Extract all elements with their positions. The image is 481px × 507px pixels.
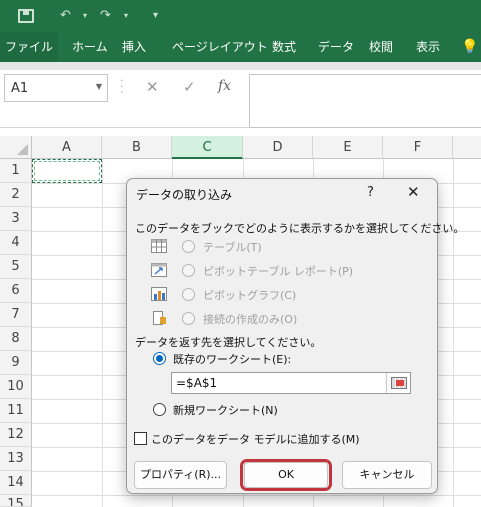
option-table[interactable]: テーブル(T) (151, 237, 351, 257)
cell-reference-input[interactable]: =$A$1 (171, 372, 411, 394)
column-header-b[interactable]: B (102, 136, 172, 159)
tab-data[interactable]: データ (318, 32, 354, 62)
gridline (32, 495, 481, 496)
display-prompt: このデータをブックでどのように表示するかを選択してください。 (135, 222, 465, 235)
row-header-10[interactable]: 10 (0, 375, 32, 399)
column-header-a[interactable]: A (32, 136, 102, 159)
range-picker-icon (391, 377, 407, 389)
radio-existing-sheet[interactable] (153, 352, 166, 365)
import-data-dialog: データの取り込み ? ✕ このデータをブックでどのように表示するかを選択してくだ… (126, 178, 464, 494)
formula-bar: A1 ▼ · · · ✕ ✓ fx (0, 70, 481, 128)
row-header-13[interactable]: 13 (0, 447, 32, 471)
option-pivot-table-label: ピボットテーブル レポート(P) (203, 265, 354, 278)
row-header-11[interactable]: 11 (0, 399, 32, 423)
add-to-data-model-label: このデータをデータ モデルに追加する(M) (151, 433, 360, 446)
column-header-d[interactable]: D (243, 136, 313, 159)
gridline (102, 159, 103, 507)
undo-dropdown-icon[interactable]: ▾ (83, 6, 87, 26)
column-header-g[interactable] (453, 136, 481, 159)
drag-handle-icon[interactable]: · · · (120, 75, 124, 98)
chevron-down-icon[interactable]: ▼ (96, 82, 102, 91)
row-header-5[interactable]: 5 (0, 255, 32, 279)
dialog-title: データの取り込み (136, 188, 233, 202)
redo-icon[interactable]: ↷ (100, 6, 111, 26)
option-pivot-table[interactable]: ピボットテーブル レポート(P) (151, 261, 354, 281)
row-header-14[interactable]: 14 (0, 471, 32, 495)
select-all-corner[interactable] (0, 136, 32, 159)
tab-page-layout[interactable]: ページレイアウト (172, 32, 268, 62)
gridline (453, 159, 454, 507)
ribbon-tabs: ファイル ホーム 挿入 ページレイアウト 数式 データ 校閲 表示 💡 (0, 32, 481, 62)
cancel-button[interactable]: キャンセル (342, 461, 432, 489)
row-header-15[interactable]: 15 (0, 495, 32, 507)
title-bar: ↶ ▾ ↷ ▾ ▾ (0, 0, 481, 32)
radio-connection-only[interactable] (182, 312, 195, 325)
name-box-value: A1 (11, 81, 29, 96)
undo-icon[interactable]: ↶ (60, 6, 71, 26)
ok-button[interactable]: OK (244, 462, 328, 488)
ribbon-collapsed-area (0, 62, 481, 70)
tab-formulas[interactable]: 数式 (272, 32, 296, 62)
pivot-table-icon (151, 263, 167, 277)
option-connection-only[interactable]: 接続の作成のみ(O) (151, 309, 351, 329)
customize-qat-icon[interactable]: ▾ (153, 6, 158, 26)
tab-view[interactable]: 表示 (416, 32, 440, 62)
properties-button[interactable]: プロパティ(R)... (134, 461, 227, 489)
option-pivot-chart[interactable]: ピボットグラフ(C) (151, 285, 351, 305)
radio-table[interactable] (182, 240, 195, 253)
existing-sheet-label: 既存のワークシート(E): (173, 353, 292, 366)
tab-home[interactable]: ホーム (72, 32, 108, 62)
redo-dropdown-icon[interactable]: ▾ (124, 6, 128, 26)
name-box[interactable]: A1 ▼ (4, 74, 108, 102)
option-table-label: テーブル(T) (203, 241, 262, 254)
enter-entry-icon[interactable]: ✓ (183, 78, 196, 96)
ok-button-highlight: OK (240, 459, 332, 491)
destination-prompt: データを返す先を選択してください。 (135, 336, 322, 349)
row-header-6[interactable]: 6 (0, 279, 32, 303)
column-header-e[interactable]: E (313, 136, 383, 159)
tab-review[interactable]: 校閲 (369, 32, 393, 62)
tab-insert[interactable]: 挿入 (122, 32, 146, 62)
row-header-8[interactable]: 8 (0, 327, 32, 351)
help-icon[interactable]: ? (367, 185, 374, 200)
grid-spacer (0, 128, 481, 136)
pivot-chart-icon (151, 287, 167, 301)
table-icon (151, 239, 167, 253)
row-header-1[interactable]: 1 (0, 159, 32, 183)
lightbulb-icon[interactable]: 💡 (461, 32, 478, 62)
active-cell-a1[interactable] (32, 159, 102, 183)
close-icon[interactable]: ✕ (407, 183, 420, 201)
option-pivot-chart-label: ピボットグラフ(C) (203, 289, 297, 302)
insert-function-icon[interactable]: fx (218, 78, 231, 94)
tab-file[interactable]: ファイル (0, 32, 58, 62)
row-header-3[interactable]: 3 (0, 207, 32, 231)
row-header-9[interactable]: 9 (0, 351, 32, 375)
row-header-4[interactable]: 4 (0, 231, 32, 255)
add-to-data-model-checkbox[interactable] (134, 432, 147, 445)
column-header-f[interactable]: F (383, 136, 453, 159)
row-header-7[interactable]: 7 (0, 303, 32, 327)
cancel-entry-icon[interactable]: ✕ (146, 78, 159, 96)
formula-input[interactable] (249, 74, 481, 128)
row-header-2[interactable]: 2 (0, 183, 32, 207)
radio-new-sheet[interactable] (153, 403, 166, 416)
new-sheet-label: 新規ワークシート(N) (173, 404, 278, 417)
option-connection-only-label: 接続の作成のみ(O) (203, 313, 298, 326)
connection-icon (153, 311, 166, 325)
row-header-12[interactable]: 12 (0, 423, 32, 447)
radio-pivot-chart[interactable] (182, 288, 195, 301)
range-picker-button[interactable] (386, 373, 410, 393)
save-icon[interactable] (18, 9, 34, 23)
radio-pivot-table[interactable] (182, 264, 195, 277)
column-header-c[interactable]: C (172, 136, 243, 159)
